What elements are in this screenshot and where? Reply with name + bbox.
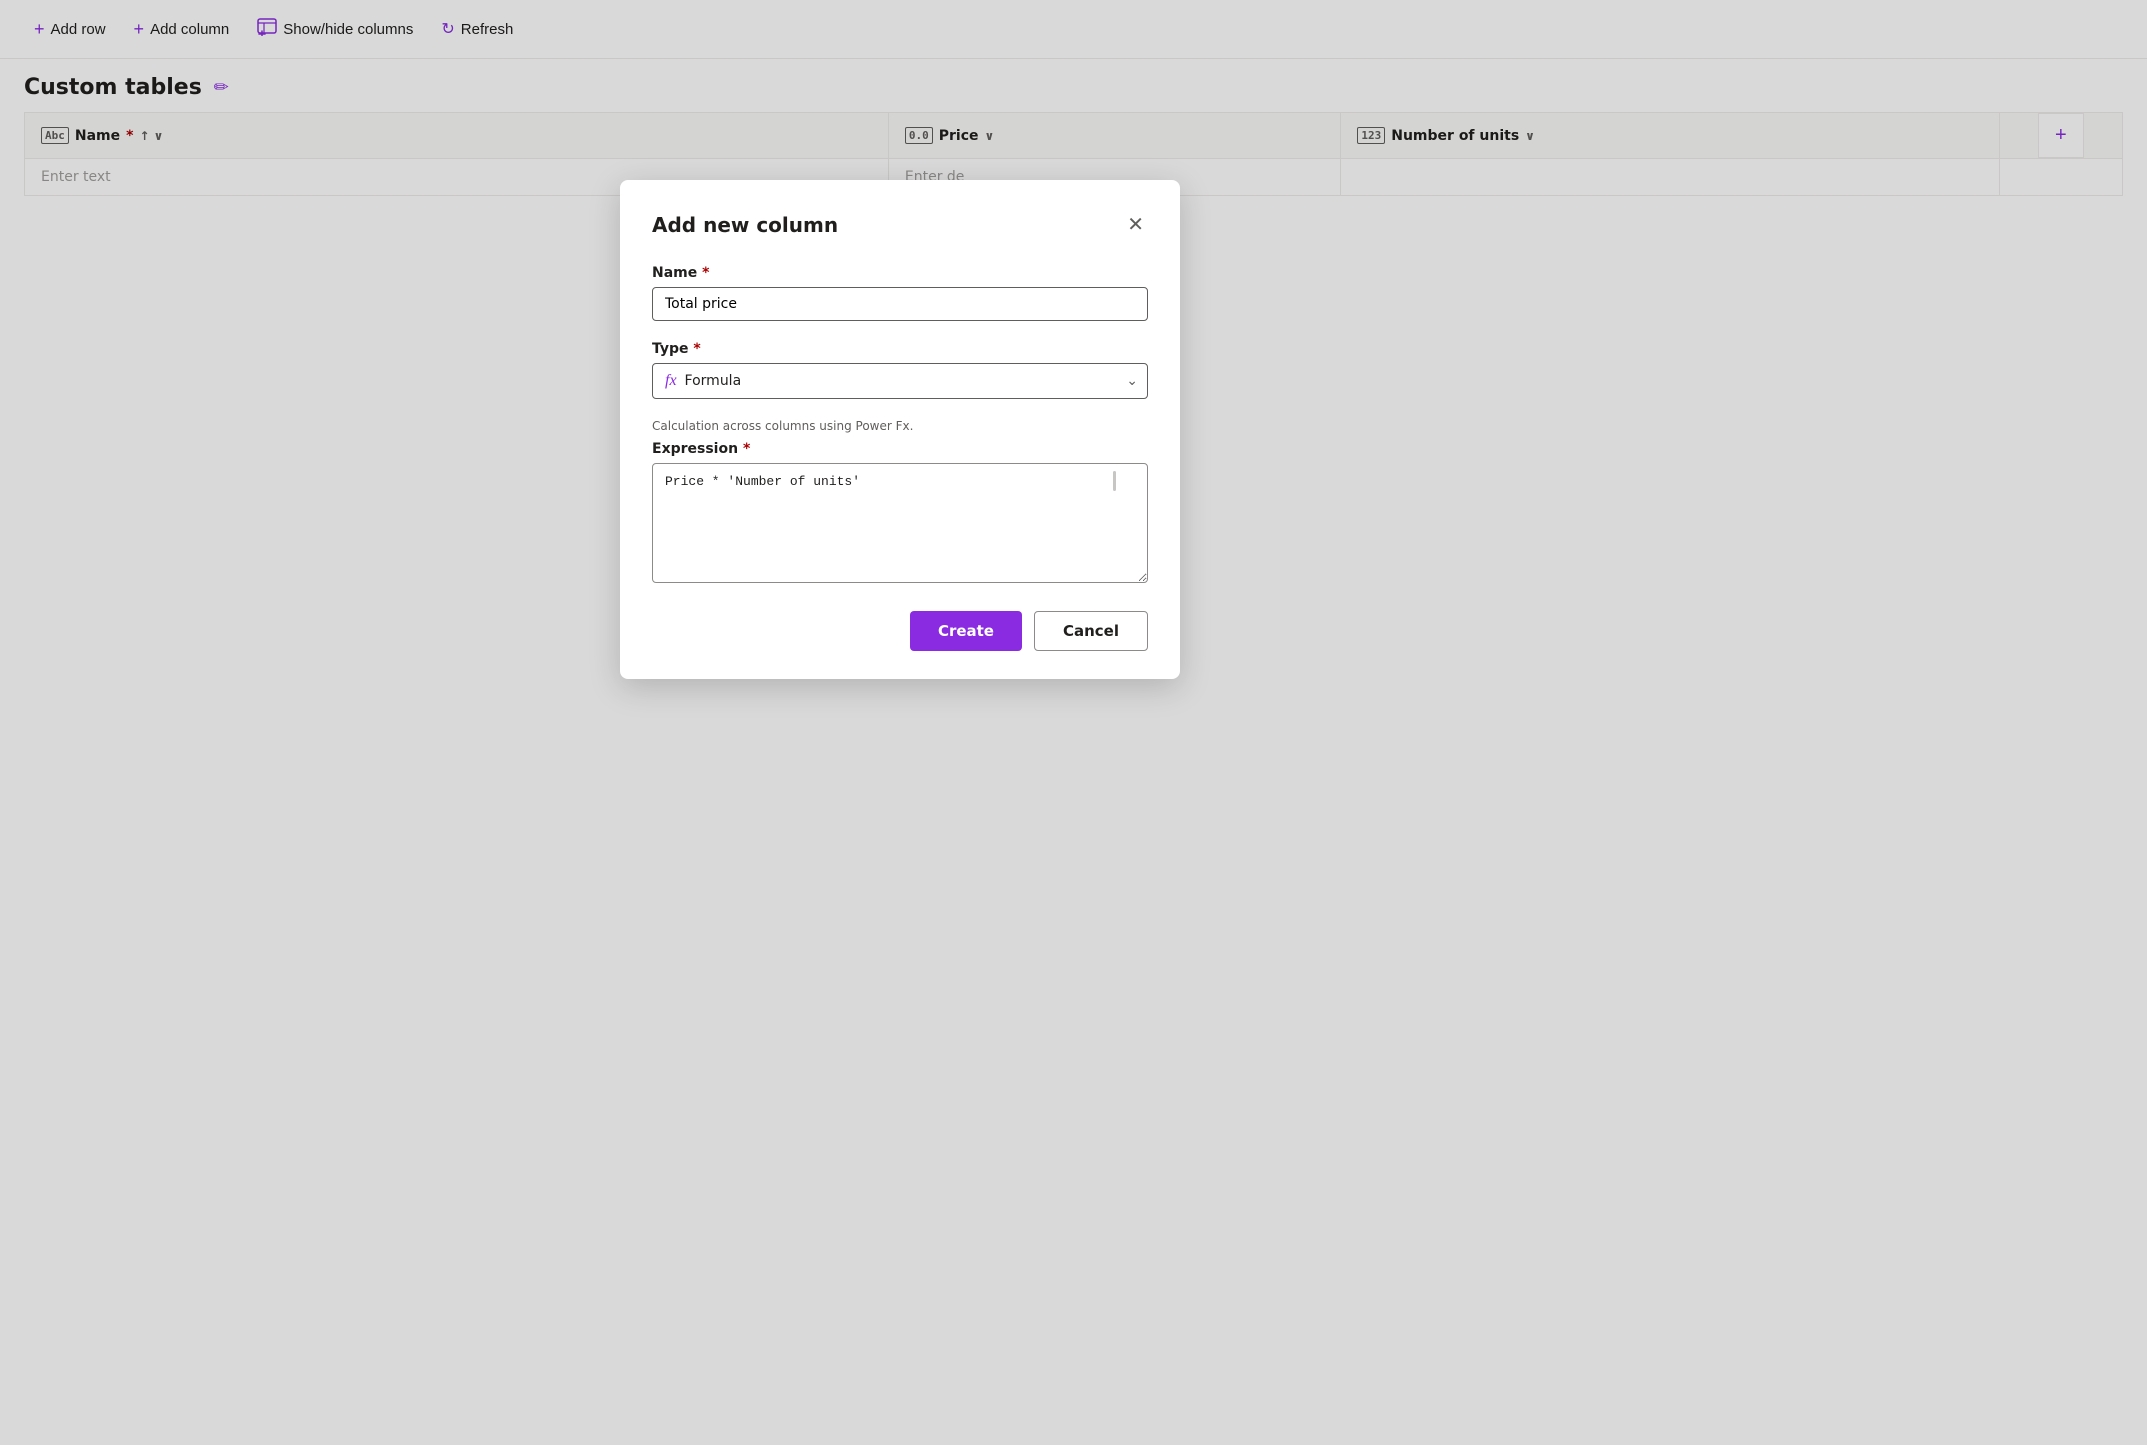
type-hint: Calculation across columns using Power F… <box>652 419 1148 433</box>
type-value-text: Formula <box>685 373 742 389</box>
name-form-group: Name * <box>652 265 1148 321</box>
expression-field-label: Expression * <box>652 441 1148 457</box>
name-field-label: Name * <box>652 265 1148 281</box>
cancel-button[interactable]: Cancel <box>1034 611 1148 651</box>
name-input[interactable] <box>652 287 1148 321</box>
type-select[interactable]: fx Formula <box>652 363 1148 399</box>
type-form-group: Type * fx Formula ⌄ <box>652 341 1148 399</box>
textarea-scrollbar <box>1113 471 1116 491</box>
expression-textarea[interactable]: Price * 'Number of units' <box>652 463 1148 583</box>
add-new-column-modal: Add new column ✕ Name * Type * fx Formul… <box>620 180 1180 679</box>
fx-icon: fx <box>665 372 677 390</box>
modal-footer: Create Cancel <box>652 611 1148 651</box>
modal-title: Add new column <box>652 213 838 237</box>
create-button[interactable]: Create <box>910 611 1022 651</box>
modal-header: Add new column ✕ <box>652 208 1148 241</box>
expression-required-marker: * <box>743 441 750 457</box>
expression-label-text: Expression <box>652 441 738 457</box>
type-required-marker: * <box>693 341 700 357</box>
expression-textarea-wrapper: Price * 'Number of units' <box>652 463 1148 587</box>
type-select-wrapper: fx Formula ⌄ <box>652 363 1148 399</box>
expression-form-group: Expression * Price * 'Number of units' <box>652 441 1148 587</box>
type-label-text: Type <box>652 341 689 357</box>
type-field-label: Type * <box>652 341 1148 357</box>
modal-close-button[interactable]: ✕ <box>1123 208 1148 241</box>
name-required-marker: * <box>702 265 709 281</box>
name-label-text: Name <box>652 265 697 281</box>
